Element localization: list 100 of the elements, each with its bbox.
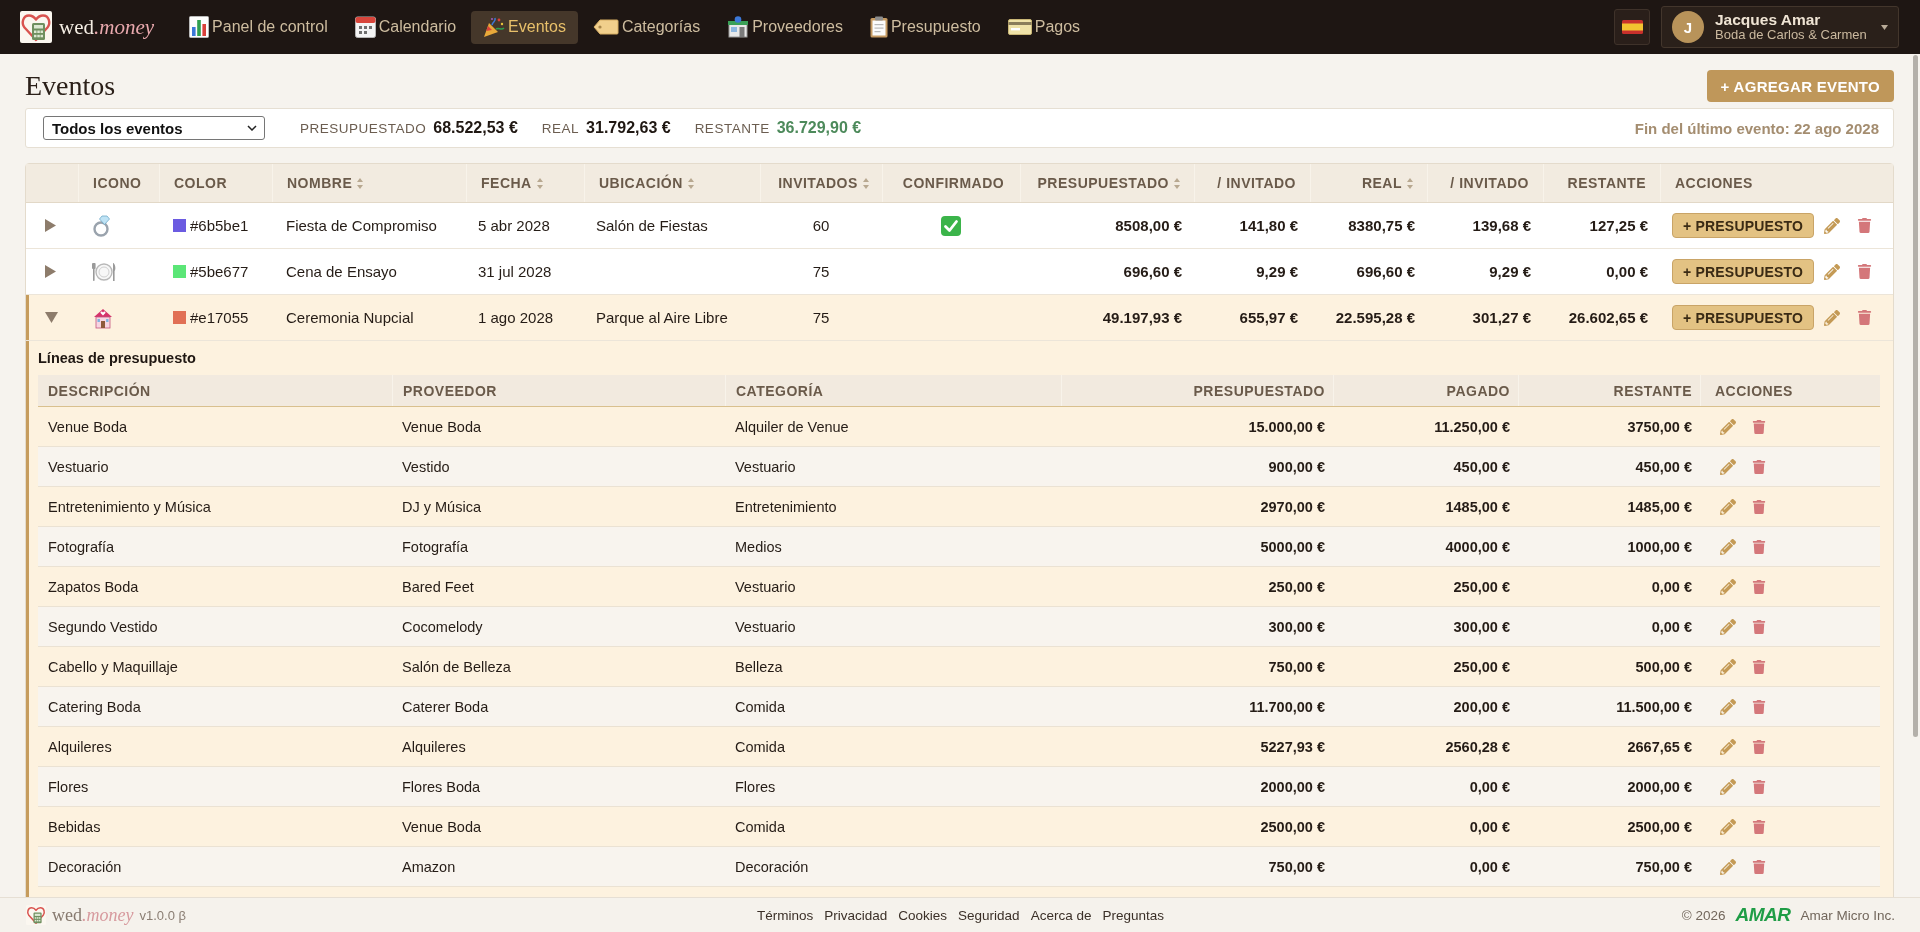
total-value: 31.792,63 € — [586, 119, 671, 137]
table-cell: Vestuario — [735, 618, 796, 635]
event-filter-select[interactable]: Todos los eventos — [43, 116, 265, 140]
table-cell: 1485,00 € — [1445, 498, 1510, 515]
pencil-icon[interactable] — [1824, 309, 1841, 326]
caret-down-icon[interactable] — [45, 312, 58, 323]
table-cell: 2000,00 € — [1627, 778, 1692, 795]
nav-item[interactable]: Eventos — [471, 10, 578, 44]
pencil-icon[interactable] — [1720, 538, 1736, 555]
nav-item[interactable]: Proveedores — [715, 10, 855, 44]
table-cell: 9,29 € — [1256, 263, 1298, 280]
pencil-icon[interactable] — [1720, 858, 1736, 875]
pencil-icon[interactable] — [1720, 618, 1736, 635]
sort-icon[interactable] — [862, 177, 869, 189]
table-cell: 31 jul 2028 — [478, 263, 552, 280]
column-header[interactable]: INVITADOS — [760, 164, 882, 202]
table-cell: 500,00 € — [1635, 658, 1692, 675]
scrollbar-thumb[interactable] — [1913, 55, 1918, 737]
caret-right-icon[interactable] — [45, 219, 56, 232]
pencil-icon[interactable] — [1720, 578, 1736, 595]
pencil-icon[interactable] — [1720, 778, 1736, 795]
footer-link[interactable]: Acerca de — [1030, 907, 1092, 923]
footer-link[interactable]: Privacidad — [824, 907, 888, 923]
pencil-icon[interactable] — [1720, 498, 1736, 515]
footer-link[interactable]: Preguntas — [1102, 907, 1164, 923]
trash-icon[interactable] — [1752, 419, 1766, 434]
nav-item[interactable]: Calendario — [342, 10, 469, 44]
sort-icon[interactable] — [357, 177, 364, 189]
column-header[interactable]: UBICACIÓN — [584, 164, 760, 202]
table-cell: 2500,00 € — [1260, 818, 1325, 835]
column-header: RESTANTE — [1543, 164, 1660, 202]
trash-icon[interactable] — [1752, 739, 1766, 754]
trash-icon[interactable] — [1752, 539, 1766, 554]
table-cell: 696,60 € — [1123, 263, 1182, 280]
sort-icon[interactable] — [536, 177, 543, 189]
column-header[interactable]: REAL — [1310, 164, 1427, 202]
table-cell: 2667,65 € — [1627, 738, 1692, 755]
pencil-icon[interactable] — [1720, 458, 1736, 475]
pencil-icon[interactable] — [1824, 263, 1841, 280]
chapel-icon — [92, 306, 114, 329]
user-menu[interactable]: J Jacques Amar Boda de Carlos & Carmen — [1661, 6, 1899, 48]
column-header: PRESUPUESTADO — [1193, 382, 1325, 399]
column-header: DESCRIPCIÓN — [48, 382, 151, 399]
trash-icon[interactable] — [1752, 459, 1766, 474]
column-header[interactable]: FECHA — [466, 164, 584, 202]
column-header[interactable]: PRESUPUESTADO — [1020, 164, 1194, 202]
trash-icon[interactable] — [1752, 659, 1766, 674]
logo-icon[interactable] — [20, 11, 52, 43]
trash-icon[interactable] — [1752, 699, 1766, 714]
sort-icon[interactable] — [687, 177, 694, 189]
column-header: CONFIRMADO — [882, 164, 1020, 202]
trash-icon[interactable] — [1857, 218, 1873, 233]
store-icon — [727, 16, 750, 38]
caret-right-icon[interactable] — [45, 265, 56, 278]
table-cell: 250,00 € — [1453, 578, 1510, 595]
footer-link[interactable]: Términos — [757, 907, 814, 923]
table-cell: 2500,00 € — [1627, 818, 1692, 835]
table-cell: 1 ago 2028 — [478, 309, 554, 326]
calendar-icon — [354, 16, 376, 38]
language-button[interactable] — [1614, 9, 1650, 45]
sort-icon[interactable] — [1407, 177, 1413, 189]
flag-icon — [1621, 20, 1643, 34]
trash-icon[interactable] — [1752, 619, 1766, 634]
pencil-icon[interactable] — [1720, 738, 1736, 755]
column-header[interactable]: NOMBRE — [272, 164, 466, 202]
footer-link[interactable]: Seguridad — [958, 907, 1020, 923]
table-cell: Fotografía — [48, 538, 115, 555]
company-name: Amar Micro Inc. — [1800, 907, 1895, 923]
add-budget-button[interactable]: + PRESUPUESTO — [1672, 213, 1815, 238]
table-cell: Amazon — [402, 858, 456, 875]
pencil-icon[interactable] — [1720, 818, 1736, 835]
table-cell: 2970,00 € — [1260, 498, 1325, 515]
table-cell: Comida — [735, 698, 785, 715]
trash-icon[interactable] — [1857, 264, 1873, 279]
sort-icon[interactable] — [1174, 177, 1180, 189]
table-cell: 49.197,93 € — [1102, 309, 1182, 326]
table-row[interactable]: #e17055 Ceremonia Nupcial 1 ago 2028 Parque al Aire Libre 75 49.197,93 € 655,97 € 22.595,28 € 301,27 € 26.602,65 € + PRESUPUESTO — [26, 295, 1893, 341]
table-cell: Segundo Vestido — [48, 618, 158, 635]
add-budget-button[interactable]: + PRESUPUESTO — [1672, 305, 1815, 330]
table-cell: 5227,93 € — [1260, 738, 1325, 755]
pencil-icon[interactable] — [1824, 217, 1841, 234]
trash-icon[interactable] — [1752, 499, 1766, 514]
pencil-icon[interactable] — [1720, 698, 1736, 715]
trash-icon[interactable] — [1752, 779, 1766, 794]
column-header: ACCIONES — [1715, 382, 1793, 399]
nav-item[interactable]: Pagos — [995, 10, 1093, 44]
nav-item[interactable]: Panel de control — [177, 10, 340, 44]
table-cell: 139,68 € — [1472, 217, 1531, 234]
trash-icon[interactable] — [1752, 819, 1766, 834]
nav-item[interactable]: Categorías — [580, 10, 713, 44]
footer-link[interactable]: Cookies — [898, 907, 948, 923]
brand-name[interactable]: wed.money — [59, 14, 155, 40]
pencil-icon[interactable] — [1720, 418, 1736, 435]
table-cell: 5000,00 € — [1260, 538, 1325, 555]
trash-icon[interactable] — [1752, 579, 1766, 594]
pencil-icon[interactable] — [1720, 658, 1736, 675]
nav-item[interactable]: Presupuesto — [857, 10, 993, 44]
add-budget-button[interactable]: + PRESUPUESTO — [1672, 259, 1815, 284]
trash-icon[interactable] — [1752, 859, 1766, 874]
trash-icon[interactable] — [1857, 310, 1873, 325]
